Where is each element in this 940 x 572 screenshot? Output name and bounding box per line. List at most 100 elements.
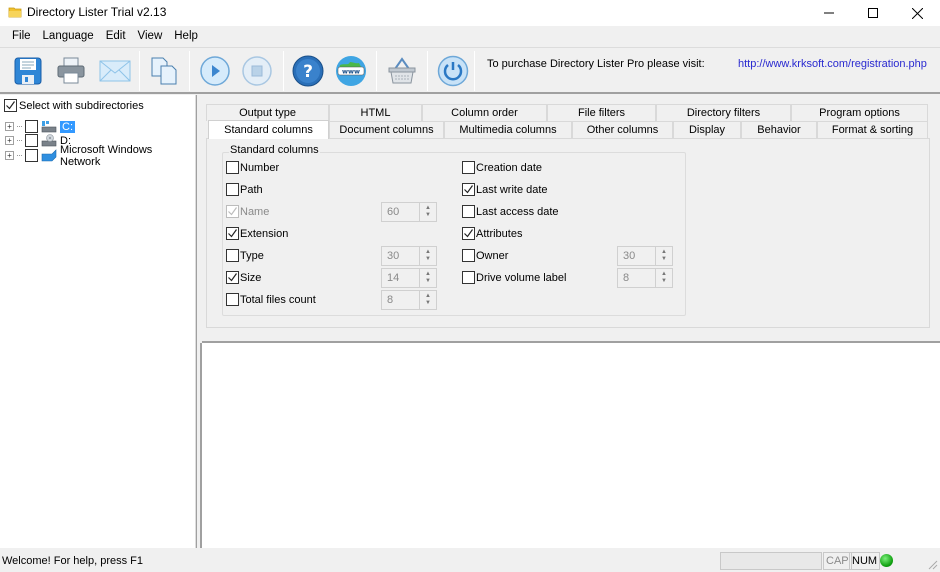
tab-output-type[interactable]: Output type	[206, 104, 329, 121]
option-drive-volume-label[interactable]: Drive volume label	[462, 271, 566, 284]
spinner-arrows[interactable]: ▲ ▼	[419, 291, 436, 309]
expand-icon[interactable]: +	[5, 136, 14, 145]
check-icon	[228, 229, 237, 238]
tab-file-filters[interactable]: File filters	[547, 104, 656, 121]
down-arrow-icon[interactable]: ▼	[425, 256, 431, 263]
down-arrow-icon[interactable]: ▼	[661, 278, 667, 285]
checkbox-checked[interactable]	[462, 183, 475, 196]
option-path[interactable]: Path	[226, 183, 263, 196]
select-with-subdirectories-checkbox[interactable]: Select with subdirectories	[4, 99, 144, 112]
type-width-spinner[interactable]: 30 ▲ ▼	[381, 246, 437, 266]
menu-edit[interactable]: Edit	[100, 26, 132, 47]
owner-width-spinner[interactable]: 30 ▲ ▼	[617, 246, 673, 266]
tab-display[interactable]: Display	[673, 121, 741, 138]
spinner-arrows[interactable]: ▲ ▼	[419, 247, 436, 265]
website-button[interactable]: www	[334, 54, 368, 88]
tree-checkbox[interactable]	[25, 120, 38, 133]
spinner-arrows[interactable]: ▲ ▼	[655, 269, 672, 287]
tab-program-options[interactable]: Program options	[791, 104, 928, 121]
print-button[interactable]	[54, 54, 88, 88]
checkbox[interactable]	[462, 161, 475, 174]
up-arrow-icon[interactable]: ▲	[425, 271, 431, 278]
checkbox-checked[interactable]	[226, 227, 239, 240]
resize-grip-icon[interactable]	[926, 558, 938, 570]
registration-link[interactable]: http://www.krksoft.com/registration.php	[738, 58, 927, 70]
start-button[interactable]	[198, 54, 232, 88]
output-panel[interactable]	[200, 343, 940, 548]
option-size[interactable]: Size	[226, 271, 261, 284]
checkbox[interactable]	[226, 183, 239, 196]
option-extension[interactable]: Extension	[226, 227, 288, 240]
down-arrow-icon[interactable]: ▼	[425, 278, 431, 285]
tree-checkbox[interactable]	[25, 134, 38, 147]
tab-html[interactable]: HTML	[329, 104, 422, 121]
tab-behavior[interactable]: Behavior	[741, 121, 817, 138]
tab-multimedia-columns[interactable]: Multimedia columns	[444, 121, 572, 138]
tree-connector	[17, 140, 22, 141]
checkbox[interactable]	[226, 293, 239, 306]
option-owner[interactable]: Owner	[462, 249, 508, 262]
exit-button[interactable]	[436, 54, 470, 88]
save-button[interactable]	[11, 54, 45, 88]
option-creation-date[interactable]: Creation date	[462, 161, 542, 174]
hard-drive-icon	[41, 121, 57, 133]
checkbox[interactable]	[462, 205, 475, 218]
menu-help[interactable]: Help	[168, 26, 204, 47]
up-arrow-icon[interactable]: ▲	[425, 293, 431, 300]
tab-document-columns[interactable]: Document columns	[329, 121, 444, 138]
tree-item-c-drive[interactable]: + C:	[5, 119, 75, 134]
tab-directory-filters[interactable]: Directory filters	[656, 104, 791, 121]
checkbox-checked[interactable]	[462, 227, 475, 240]
option-total-files-count[interactable]: Total files count	[226, 293, 316, 306]
tab-standard-columns[interactable]: Standard columns	[208, 120, 329, 139]
option-last-access-date[interactable]: Last access date	[462, 205, 559, 218]
tab-other-columns[interactable]: Other columns	[572, 121, 673, 138]
option-number[interactable]: Number	[226, 161, 279, 174]
name-width-spinner[interactable]: 60 ▲ ▼	[381, 202, 437, 222]
copy-button[interactable]	[147, 54, 181, 88]
size-width-spinner[interactable]: 14 ▲ ▼	[381, 268, 437, 288]
total-files-count-width-spinner[interactable]: 8 ▲ ▼	[381, 290, 437, 310]
option-type[interactable]: Type	[226, 249, 264, 262]
up-arrow-icon[interactable]: ▲	[425, 249, 431, 256]
checkbox[interactable]	[226, 161, 239, 174]
checkbox-checked[interactable]	[226, 271, 239, 284]
checkbox[interactable]	[226, 249, 239, 262]
spinner-arrows[interactable]: ▲ ▼	[419, 269, 436, 287]
stop-button[interactable]	[240, 54, 274, 88]
menu-view[interactable]: View	[132, 26, 169, 47]
down-arrow-icon[interactable]: ▼	[425, 212, 431, 219]
tab-column-order[interactable]: Column order	[422, 104, 547, 121]
tree-item-network[interactable]: + Microsoft Windows Network	[5, 144, 195, 168]
checkbox[interactable]	[462, 271, 475, 284]
email-button[interactable]	[98, 54, 132, 88]
basket-icon	[388, 57, 416, 84]
up-arrow-icon[interactable]: ▲	[661, 271, 667, 278]
menu-language[interactable]: Language	[37, 26, 100, 47]
option-last-write-date[interactable]: Last write date	[462, 183, 548, 196]
down-arrow-icon[interactable]: ▼	[661, 256, 667, 263]
tab-format-sorting[interactable]: Format & sorting	[817, 121, 928, 138]
help-button[interactable]: ?	[291, 54, 325, 88]
expand-icon[interactable]: +	[5, 151, 14, 160]
checkbox[interactable]	[462, 249, 475, 262]
checkbox-checked[interactable]	[4, 99, 17, 112]
down-arrow-icon[interactable]: ▼	[425, 300, 431, 307]
up-arrow-icon[interactable]: ▲	[425, 205, 431, 212]
maximize-button[interactable]	[850, 0, 896, 26]
spinner-value: 14	[387, 272, 400, 284]
up-arrow-icon[interactable]: ▲	[661, 249, 667, 256]
status-led-icon	[880, 554, 893, 567]
expand-icon[interactable]: +	[5, 122, 14, 131]
buy-button[interactable]	[385, 54, 419, 88]
play-icon	[200, 56, 230, 86]
option-attributes[interactable]: Attributes	[462, 227, 522, 240]
spinner-arrows[interactable]: ▲ ▼	[419, 203, 436, 221]
tree-checkbox[interactable]	[25, 149, 38, 162]
spinner-arrows[interactable]: ▲ ▼	[655, 247, 672, 265]
minimize-button[interactable]	[806, 0, 852, 26]
drive-volume-label-width-spinner[interactable]: 8 ▲ ▼	[617, 268, 673, 288]
menu-file[interactable]: File	[6, 26, 37, 47]
close-button[interactable]	[894, 0, 940, 26]
option-label: Attributes	[476, 227, 523, 240]
